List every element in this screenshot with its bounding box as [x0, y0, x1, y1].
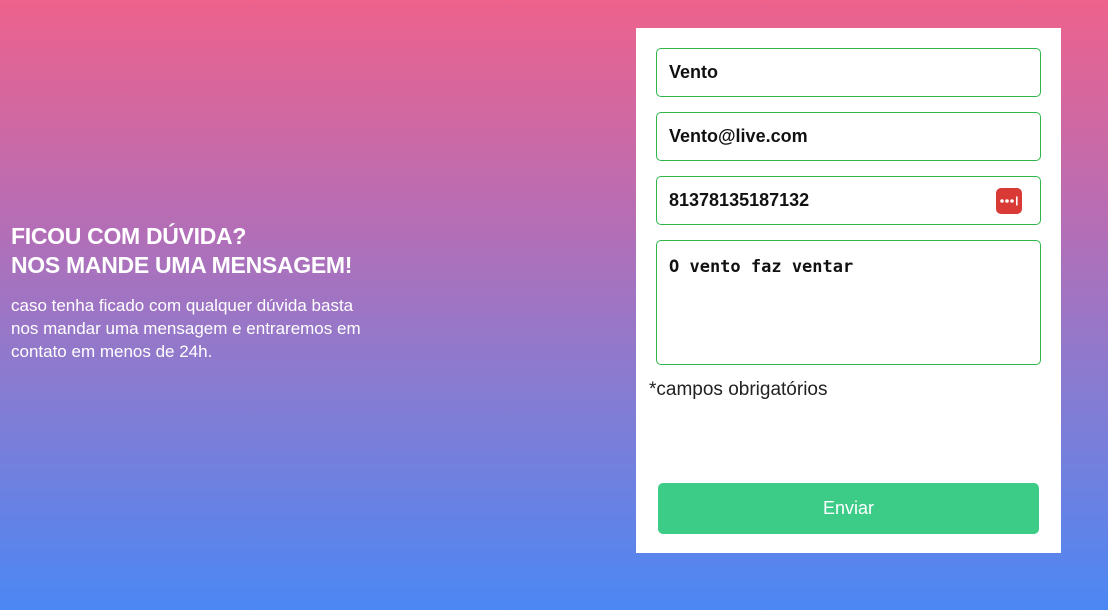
- required-fields-note: *campos obrigatórios: [649, 379, 828, 400]
- email-field-value: Vento@live.com: [669, 126, 808, 146]
- password-dots-icon: [1000, 196, 1018, 205]
- submit-button[interactable]: Enviar: [658, 483, 1039, 534]
- contact-intro: FICOU COM DÚVIDA? NOS MANDE UMA MENSAGEM…: [11, 222, 411, 363]
- message-textarea-value: O vento faz ventar: [669, 257, 854, 277]
- intro-title-line-1: FICOU COM DÚVIDA?: [11, 223, 247, 249]
- phone-field[interactable]: 81378135187132: [656, 176, 1041, 225]
- contact-form: Vento Vento@live.com 81378135187132 O ve…: [636, 28, 1061, 553]
- message-textarea[interactable]: O vento faz ventar: [656, 240, 1041, 365]
- intro-title-line-2: NOS MANDE UMA MENSAGEM!: [11, 252, 353, 278]
- intro-description: caso tenha ficado com qualquer dúvida ba…: [11, 296, 361, 361]
- password-manager-icon[interactable]: [996, 187, 1022, 214]
- email-field[interactable]: Vento@live.com: [656, 112, 1041, 161]
- name-field-value: Vento: [669, 62, 719, 82]
- name-field[interactable]: Vento: [656, 48, 1041, 97]
- intro-title: FICOU COM DÚVIDA? NOS MANDE UMA MENSAGEM…: [11, 222, 411, 280]
- phone-field-value: 81378135187132: [669, 190, 810, 210]
